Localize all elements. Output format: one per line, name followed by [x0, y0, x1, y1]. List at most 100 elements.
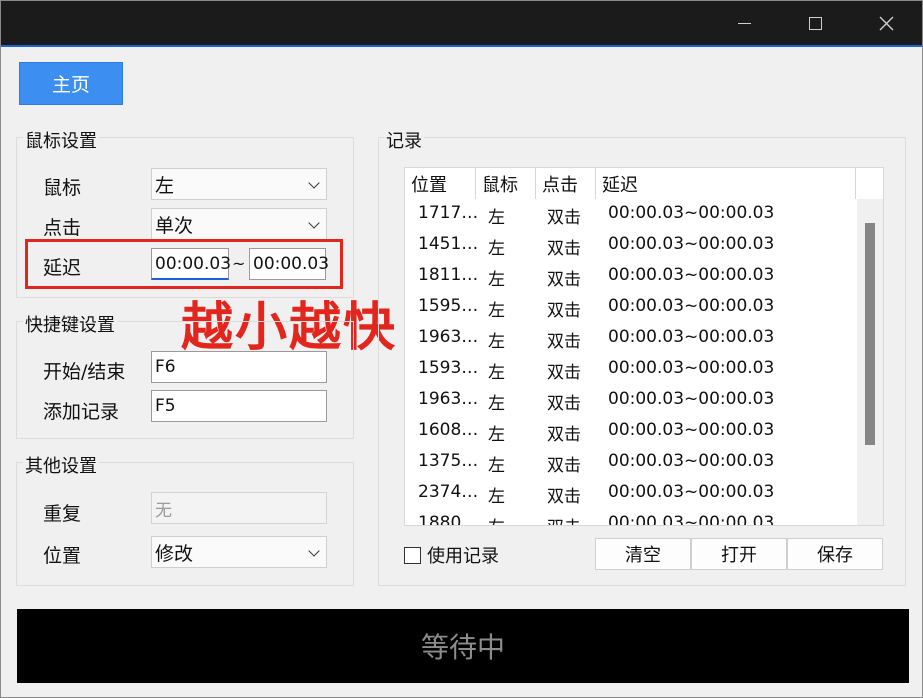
- position-value: 修改: [155, 542, 194, 565]
- row-delay: 00:00.03~00:00.03: [608, 358, 775, 378]
- row-mouse: 左: [488, 239, 505, 259]
- row-click: 双击: [547, 208, 581, 228]
- start-stop-hotkey-input[interactable]: F6: [151, 351, 327, 383]
- row-delay: 00:00.03~00:00.03: [608, 451, 775, 471]
- row-mouse: 左: [488, 332, 505, 352]
- checkbox-box[interactable]: [404, 546, 421, 564]
- click-type-select[interactable]: 单次: [151, 208, 327, 240]
- status-bar: 等待中: [17, 609, 909, 683]
- use-records-checkbox[interactable]: 使用记录: [404, 542, 499, 568]
- position-label: 位置: [43, 545, 82, 567]
- row-click: 双击: [547, 487, 581, 507]
- table-row[interactable]: 1451… 左 双击 00:00.03~00:00.03: [405, 230, 857, 261]
- row-delay: 00:00.03~00:00.03: [608, 296, 775, 316]
- click-type-value: 单次: [155, 214, 194, 237]
- row-mouse: 左: [488, 456, 505, 476]
- table-row[interactable]: 1593… 左 双击 00:00.03~00:00.03: [405, 354, 857, 385]
- row-position: 1595…: [418, 296, 479, 316]
- start-stop-label: 开始/结束: [43, 361, 126, 383]
- row-click: 双击: [547, 513, 581, 525]
- row-click: 双击: [547, 270, 581, 290]
- column-header-position[interactable]: 位置: [405, 168, 476, 199]
- close-icon: [879, 16, 893, 30]
- title-bar: [1, 1, 922, 47]
- table-row[interactable]: 1880… 左 双击 00:00.03~00:00.03: [405, 509, 857, 526]
- row-click: 双击: [547, 425, 581, 445]
- row-position: 1963…: [418, 389, 479, 409]
- row-delay: 00:00.03~00:00.03: [608, 389, 775, 409]
- row-delay: 00:00.03~00:00.03: [608, 265, 775, 285]
- row-mouse: 左: [488, 208, 505, 228]
- row-mouse: 左: [488, 513, 505, 525]
- row-position: 2374…: [418, 482, 479, 502]
- row-click: 双击: [547, 394, 581, 414]
- row-position: 1963…: [418, 327, 479, 347]
- records-header: 位置 鼠标 点击 延迟: [405, 168, 857, 199]
- column-header-click[interactable]: 点击: [536, 168, 596, 199]
- row-delay: 00:00.03~00:00.03: [608, 234, 775, 254]
- add-record-label: 添加记录: [43, 401, 120, 423]
- row-click: 双击: [547, 456, 581, 476]
- minimize-button[interactable]: [712, 1, 776, 45]
- table-row[interactable]: 1811… 左 双击 00:00.03~00:00.03: [405, 261, 857, 292]
- row-delay: 00:00.03~00:00.03: [608, 327, 775, 347]
- row-mouse: 左: [488, 363, 505, 383]
- add-record-hotkey-input[interactable]: F5: [151, 390, 327, 422]
- scrollbar-thumb[interactable]: [865, 223, 875, 445]
- row-delay: 00:00.03~00:00.03: [608, 203, 775, 223]
- row-mouse: 左: [488, 394, 505, 414]
- mouse-settings-title: 鼠标设置: [23, 127, 99, 153]
- mouse-button-value: 左: [155, 174, 175, 197]
- records-rows: 1717… 左双击 00:00.03~00:00.03 1451… 左双击 00:00.0…: [405, 199, 857, 526]
- table-row[interactable]: 1608… 左 双击 00:00.03~00:00.03: [405, 416, 857, 447]
- row-click: 双击: [547, 301, 581, 321]
- row-mouse: 左: [488, 487, 505, 507]
- row-position: 1608…: [418, 420, 479, 440]
- save-button[interactable]: 保存: [787, 538, 883, 570]
- row-mouse: 左: [488, 270, 505, 290]
- maximize-button[interactable]: [783, 1, 847, 45]
- mouse-button-label: 鼠标: [43, 177, 82, 199]
- records-title: 记录: [384, 127, 424, 153]
- table-row[interactable]: 1375… 左 双击 00:00.03~00:00.03: [405, 447, 857, 478]
- hotkey-settings-title: 快捷键设置: [23, 311, 117, 337]
- click-type-label: 点击: [43, 217, 82, 239]
- clear-button[interactable]: 清空: [595, 538, 691, 570]
- row-delay: 00:00.03~00:00.03: [608, 513, 775, 526]
- column-header-mouse[interactable]: 鼠标: [476, 168, 536, 199]
- app-window: 主页 鼠标设置 鼠标 左 点击 单次 延迟 00:00.03 ~ 00:00.0…: [0, 0, 923, 698]
- row-delay: 00:00.03~00:00.03: [608, 420, 775, 440]
- table-row[interactable]: 1717… 左 双击 00:00.03~00:00.03: [405, 199, 857, 230]
- position-select[interactable]: 修改: [151, 536, 327, 568]
- table-row[interactable]: 1963… 左 双击 00:00.03~00:00.03: [405, 385, 857, 416]
- column-header-delay[interactable]: 延迟: [596, 168, 856, 199]
- repeat-input[interactable]: 无: [151, 492, 327, 524]
- scrollbar-corner: [857, 168, 883, 199]
- table-row[interactable]: 1595… 左 双击 00:00.03~00:00.03: [405, 292, 857, 323]
- table-row[interactable]: 1963… 左 双击 00:00.03~00:00.03: [405, 323, 857, 354]
- minimize-icon: [737, 22, 751, 24]
- chevron-down-icon: [308, 177, 320, 189]
- home-button[interactable]: 主页: [19, 62, 123, 105]
- row-position: 1880…: [418, 513, 479, 526]
- use-records-label: 使用记录: [427, 546, 499, 567]
- chevron-down-icon: [308, 217, 320, 229]
- row-click: 双击: [547, 332, 581, 352]
- vertical-scrollbar[interactable]: [857, 199, 883, 525]
- open-button[interactable]: 打开: [691, 538, 787, 570]
- row-position: 1593…: [418, 358, 479, 378]
- mouse-button-select[interactable]: 左: [151, 168, 327, 200]
- row-position: 1451…: [418, 234, 479, 254]
- records-list[interactable]: 位置 鼠标 点击 延迟 1717… 左双击 00:00.03~00:00.03 145…: [404, 167, 884, 526]
- table-row[interactable]: 2374… 左 双击 00:00.03~00:00.03: [405, 478, 857, 509]
- row-delay: 00:00.03~00:00.03: [608, 482, 775, 502]
- close-button[interactable]: [854, 1, 918, 45]
- row-position: 1375…: [418, 451, 479, 471]
- maximize-icon: [808, 16, 822, 30]
- row-position: 1811…: [418, 265, 479, 285]
- row-mouse: 左: [488, 425, 505, 445]
- row-mouse: 左: [488, 301, 505, 321]
- row-click: 双击: [547, 363, 581, 383]
- repeat-label: 重复: [43, 503, 82, 525]
- row-position: 1717…: [418, 203, 479, 223]
